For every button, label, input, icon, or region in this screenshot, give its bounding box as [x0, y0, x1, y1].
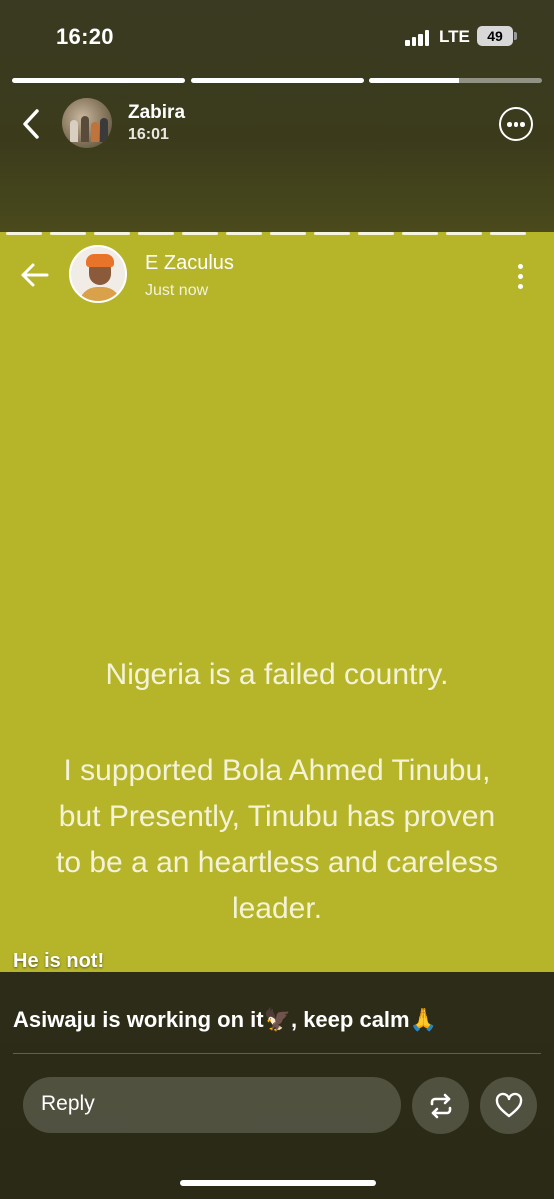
- status-bar: 16:20 LTE 49: [0, 0, 554, 70]
- signal-icon: [405, 30, 431, 46]
- status-author-avatar: [69, 245, 127, 303]
- reply-input[interactable]: Reply: [23, 1077, 401, 1133]
- reply-placeholder: Reply: [41, 1092, 95, 1115]
- battery-level: 49: [487, 28, 503, 44]
- divider: [13, 1053, 541, 1054]
- battery-icon: 49: [477, 26, 517, 46]
- author-name[interactable]: Zabira: [128, 102, 185, 124]
- repost-button[interactable]: [412, 1077, 469, 1134]
- status-posted-time: Just now: [145, 282, 209, 299]
- network-type: LTE: [439, 27, 470, 46]
- status-text-line: I supported Bola Ahmed Tinubu,: [63, 754, 491, 787]
- caption-line-1: He is not!: [13, 950, 105, 972]
- status-author-name: E Zaculus: [145, 252, 234, 274]
- chevron-left-icon[interactable]: [20, 108, 42, 140]
- status-text-line: Nigeria is a failed country.: [105, 658, 449, 691]
- story-top-area: 16:20 LTE 49 Zabira 16:01: [0, 0, 554, 232]
- ellipsis-circle-icon[interactable]: [499, 107, 533, 141]
- story-progress-2: [191, 78, 364, 83]
- posted-time: 16:01: [128, 126, 169, 143]
- status-segments: [6, 232, 526, 236]
- vertical-dots-icon: [518, 264, 524, 290]
- story-header: Zabira 16:01: [0, 92, 554, 162]
- caption-line-2: Asiwaju is working on it🦅, keep calm🙏: [13, 1007, 437, 1032]
- author-avatar[interactable]: [62, 98, 112, 148]
- status-time: 16:20: [56, 24, 114, 49]
- shared-status-card: E Zaculus Just now Nigeria is a failed c…: [0, 232, 554, 972]
- repost-icon: [430, 1093, 452, 1119]
- like-button[interactable]: [480, 1077, 537, 1134]
- status-text-line: to be a an heartless and careless: [56, 846, 498, 879]
- story-progress-1: [12, 78, 185, 83]
- arrow-left-icon: [21, 263, 49, 287]
- status-text-line: leader.: [231, 892, 323, 925]
- home-indicator[interactable]: [180, 1180, 376, 1186]
- story-progress-3: [369, 78, 542, 83]
- heart-icon: [495, 1092, 523, 1118]
- status-text-line: but Presently, Tinubu has proven: [58, 800, 496, 833]
